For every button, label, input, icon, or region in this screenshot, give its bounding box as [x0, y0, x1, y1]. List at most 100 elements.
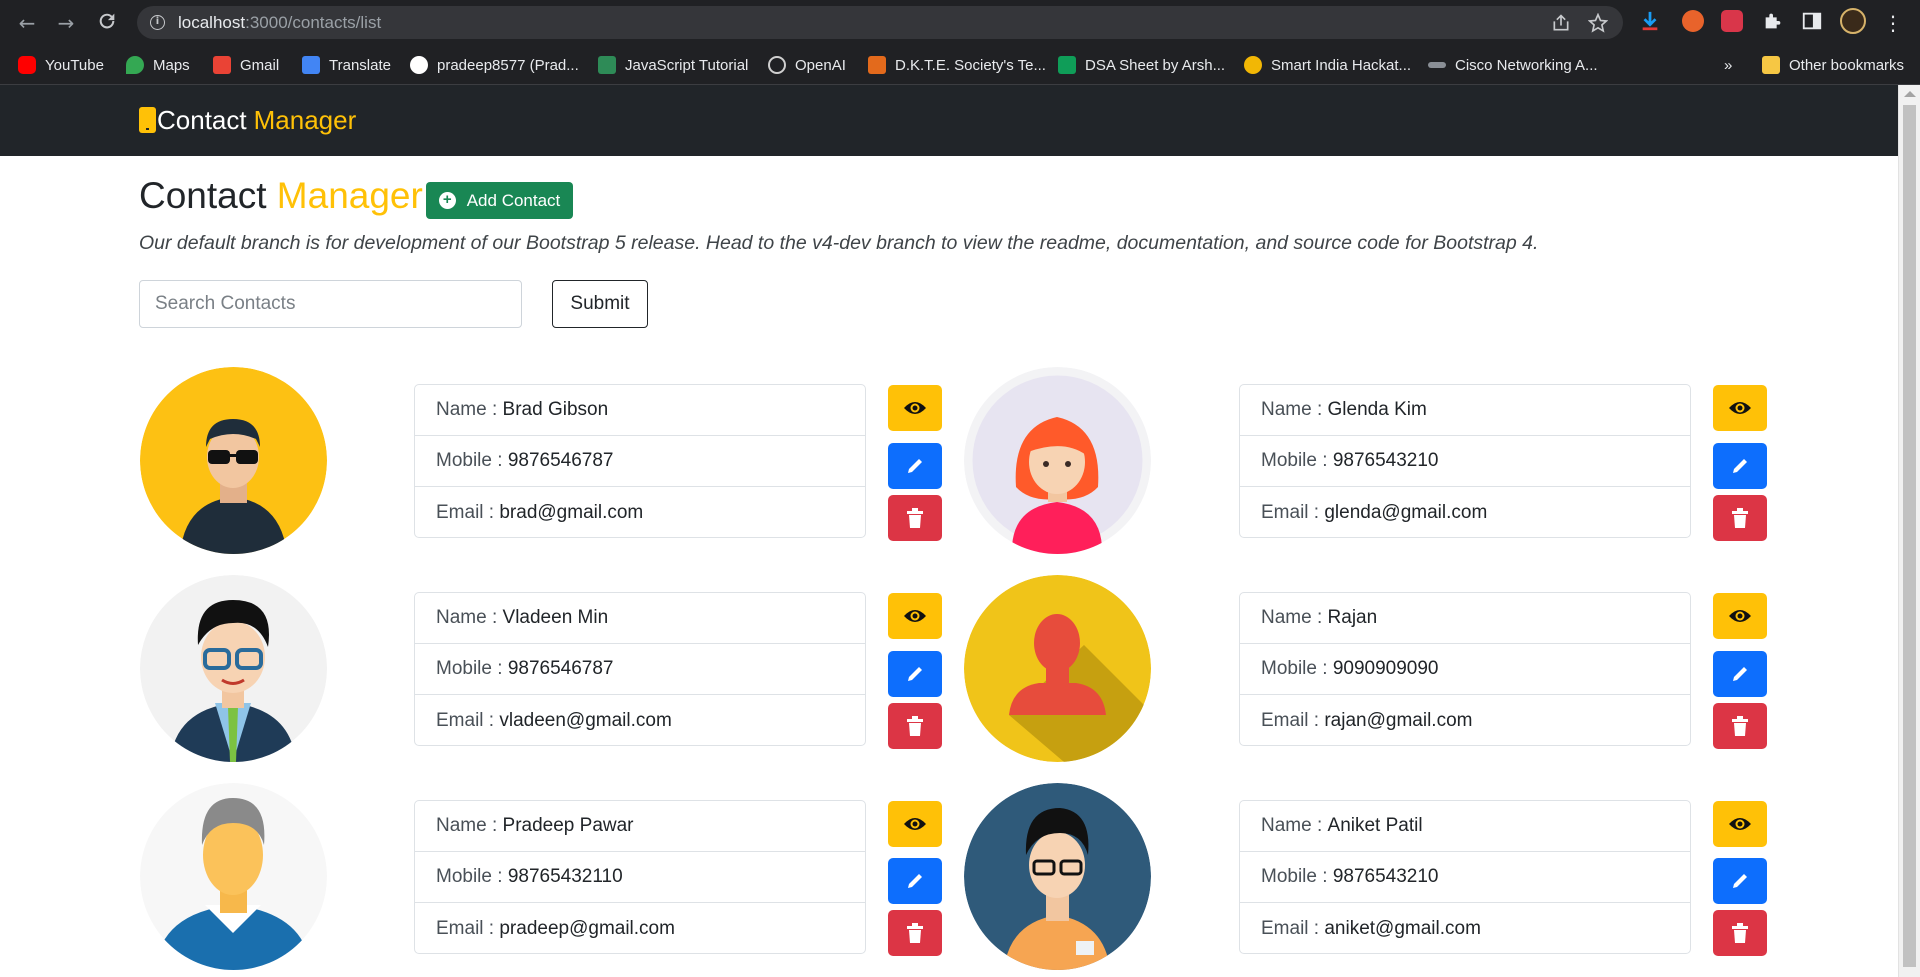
contact-email: rajan@gmail.com	[1324, 709, 1473, 731]
delete-contact-button[interactable]	[1713, 910, 1767, 956]
other-bookmarks-folder[interactable]: Other bookmarks	[1762, 53, 1904, 77]
add-contact-button[interactable]: + Add Contact	[426, 182, 573, 219]
avatar-user-silhouette	[964, 575, 1151, 762]
contact-email: vladeen@gmail.com	[499, 709, 672, 731]
trash-icon	[907, 716, 923, 736]
view-contact-button[interactable]	[1713, 801, 1767, 847]
bookmark-dsa-sheet[interactable]: DSA Sheet by Arsh...	[1058, 53, 1225, 77]
submit-button[interactable]: Submit	[552, 280, 648, 328]
view-contact-button[interactable]	[888, 385, 942, 431]
delete-contact-button[interactable]	[1713, 495, 1767, 541]
bookmark-javascript-tutorial[interactable]: JavaScript Tutorial	[598, 53, 748, 77]
bookmark-smart-india-hackathon[interactable]: Smart India Hackat...	[1244, 53, 1411, 77]
edit-contact-button[interactable]	[1713, 443, 1767, 489]
eye-icon	[1729, 610, 1751, 622]
contact-mobile-row: Mobile : 9876543210	[1240, 436, 1690, 487]
name-label: Name :	[1261, 607, 1328, 628]
more-menu-icon[interactable]: ⋮	[1880, 10, 1906, 36]
name-label: Name :	[436, 399, 503, 420]
more-bookmarks-chevron-icon[interactable]: »	[1724, 53, 1732, 77]
reload-icon[interactable]	[94, 10, 120, 36]
app-navbar: Contact Manager	[0, 85, 1898, 156]
name-label: Name :	[1261, 399, 1328, 420]
email-label: Email :	[436, 709, 500, 731]
delete-contact-button[interactable]	[888, 703, 942, 749]
email-label: Email :	[436, 501, 500, 523]
translate-icon	[302, 56, 320, 74]
brand-text: Contact	[157, 104, 247, 135]
edit-contact-button[interactable]	[888, 858, 942, 904]
contact-name-row: Name : Aniket Patil	[1240, 801, 1690, 852]
contact-email-row: Email : rajan@gmail.com	[1240, 695, 1690, 746]
extension-icon[interactable]	[1721, 10, 1743, 32]
avatar-man-gray-hair	[140, 783, 327, 970]
bookmark-youtube[interactable]: YouTube	[18, 53, 104, 77]
view-contact-button[interactable]	[1713, 385, 1767, 431]
contact-mobile: 9876546787	[507, 658, 614, 679]
contact-mobile: 9876543210	[1332, 450, 1439, 471]
other-bookmarks-label: Other bookmarks	[1789, 56, 1905, 74]
pencil-icon	[908, 874, 922, 888]
edit-contact-button[interactable]	[888, 443, 942, 489]
openai-icon	[768, 56, 786, 74]
contact-info-list: Name : Vladeen Min Mobile : 9876546787 E…	[414, 592, 866, 746]
bookmark-label: YouTube	[45, 56, 104, 74]
side-panel-icon[interactable]	[1801, 10, 1823, 32]
bookmark-gmail[interactable]: Gmail	[213, 53, 279, 77]
contact-info-list: Name : Aniket Patil Mobile : 9876543210 …	[1239, 800, 1691, 954]
delete-contact-button[interactable]	[888, 495, 942, 541]
mobile-label: Mobile :	[1261, 450, 1333, 471]
view-contact-button[interactable]	[888, 801, 942, 847]
scrollbar-thumb[interactable]	[1903, 105, 1916, 967]
bookmark-translate[interactable]: Translate	[302, 53, 391, 77]
email-label: Email :	[1261, 709, 1325, 731]
contact-name: Brad Gibson	[502, 399, 609, 420]
bookmark-openai[interactable]: OpenAI	[768, 53, 846, 77]
mobile-label: Mobile :	[1261, 866, 1333, 887]
page-scrollbar[interactable]	[1898, 85, 1920, 977]
pencil-icon	[1733, 459, 1747, 473]
edit-contact-button[interactable]	[1713, 858, 1767, 904]
navbar-brand[interactable]: Contact Manager	[139, 105, 356, 135]
view-contact-button[interactable]	[1713, 593, 1767, 639]
bookmark-star-icon[interactable]	[1587, 12, 1609, 38]
page-title: Contact Manager	[139, 175, 423, 217]
mobile-label: Mobile :	[436, 450, 508, 471]
edit-contact-button[interactable]	[1713, 651, 1767, 697]
more-bookmarks-label: »	[1724, 56, 1733, 74]
site-info-icon[interactable]: i	[150, 15, 165, 30]
forward-arrow-icon[interactable]: →	[53, 10, 79, 36]
download-icon[interactable]	[1639, 10, 1661, 32]
edit-contact-button[interactable]	[888, 651, 942, 697]
contact-email-row: Email : vladeen@gmail.com	[415, 695, 865, 746]
contact-email-row: Email : glenda@gmail.com	[1240, 487, 1690, 538]
scroll-up-arrow-icon[interactable]	[1904, 91, 1916, 97]
puzzle-extensions-icon[interactable]	[1762, 10, 1784, 32]
back-arrow-icon[interactable]: ←	[14, 10, 40, 36]
eye-icon	[904, 818, 926, 830]
duckduckgo-extension-icon[interactable]	[1682, 10, 1704, 32]
bookmark-dkte[interactable]: D.K.T.E. Society's Te...	[868, 53, 1046, 77]
bookmarks-bar: YouTube Maps Gmail Translate pradeep8577…	[0, 45, 1920, 85]
address-bar[interactable]: i localhost:3000/contacts/list	[137, 6, 1623, 39]
bookmark-cisco[interactable]: Cisco Networking A...	[1428, 53, 1598, 77]
share-icon[interactable]	[1551, 13, 1571, 38]
contact-mobile-row: Mobile : 9876546787	[415, 644, 865, 695]
contact-mobile-row: Mobile : 98765432110	[415, 852, 865, 903]
view-contact-button[interactable]	[888, 593, 942, 639]
delete-contact-button[interactable]	[888, 910, 942, 956]
bookmark-github[interactable]: pradeep8577 (Prad...	[410, 53, 579, 77]
search-input[interactable]	[139, 280, 522, 328]
contact-info-list: Name : Glenda Kim Mobile : 9876543210 Em…	[1239, 384, 1691, 538]
contact-info-list: Name : Rajan Mobile : 9090909090 Email :…	[1239, 592, 1691, 746]
name-label: Name :	[436, 815, 503, 836]
email-label: Email :	[1261, 917, 1325, 939]
page-description: Our default branch is for development of…	[139, 232, 1539, 254]
delete-contact-button[interactable]	[1713, 703, 1767, 749]
bookmark-maps[interactable]: Maps	[126, 53, 190, 77]
github-icon	[410, 56, 428, 74]
profile-avatar-icon[interactable]	[1840, 8, 1866, 34]
trash-icon	[1732, 716, 1748, 736]
contact-email: pradeep@gmail.com	[499, 917, 675, 939]
page-title-accent: Manager	[276, 175, 423, 216]
